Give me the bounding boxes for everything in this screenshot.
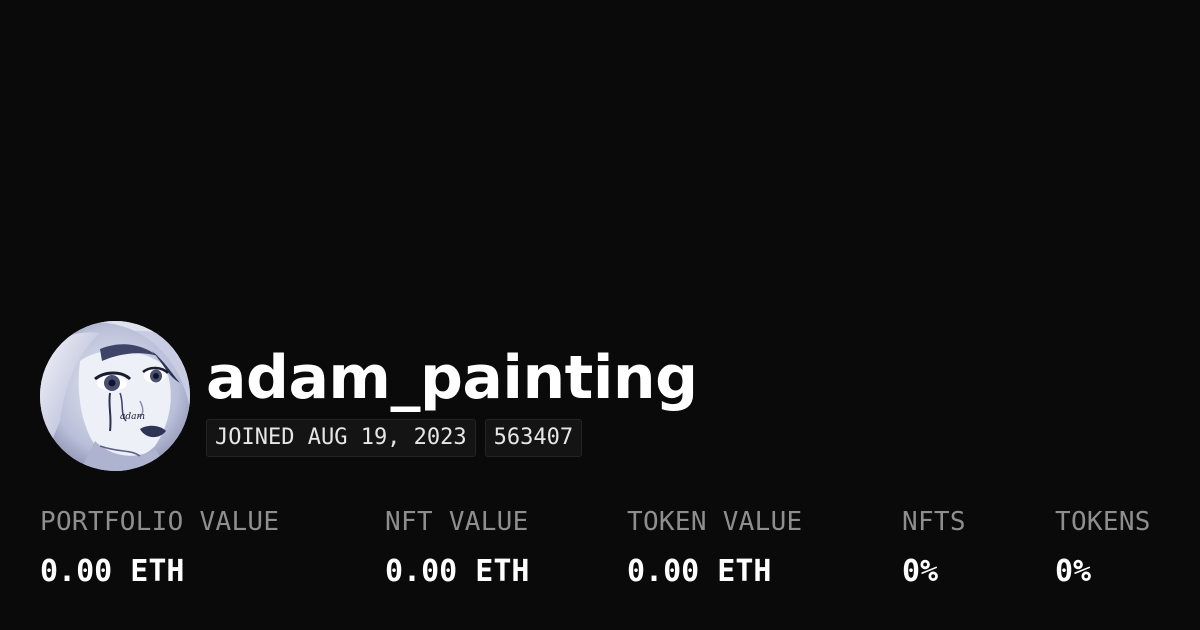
avatar-signature: adam [120, 412, 145, 422]
stat-nft-value: NFT VALUE 0.00 ETH [385, 505, 530, 589]
stat-label: TOKENS [1055, 507, 1151, 537]
stat-nfts: NFTS 0% [902, 505, 966, 589]
stat-label: NFTS [902, 507, 966, 537]
avatar: adam [40, 321, 190, 471]
stat-portfolio-value: PORTFOLIO VALUE 0.00 ETH [40, 505, 279, 589]
stat-value: 0% [1055, 554, 1092, 589]
profile-card: adam adam_painting JOINED AUG 19, 2023 5… [0, 0, 1200, 630]
stat-label: TOKEN VALUE [627, 507, 803, 537]
stat-token-value: TOKEN VALUE 0.00 ETH [627, 505, 803, 589]
stat-value: 0% [902, 554, 939, 589]
stat-label: PORTFOLIO VALUE [40, 507, 280, 537]
profile-badges: JOINED AUG 19, 2023 563407 [206, 419, 583, 457]
username: adam_painting [206, 343, 698, 413]
stat-label: NFT VALUE [385, 507, 529, 537]
stat-value: 0.00 ETH [40, 554, 185, 589]
joined-date-badge: JOINED AUG 19, 2023 [206, 419, 476, 457]
avatar-portrait-image: adam [40, 321, 190, 471]
stat-value: 0.00 ETH [627, 554, 772, 589]
stat-tokens: TOKENS 0% [1055, 505, 1151, 589]
user-id-badge: 563407 [484, 419, 583, 457]
stat-value: 0.00 ETH [385, 554, 530, 589]
